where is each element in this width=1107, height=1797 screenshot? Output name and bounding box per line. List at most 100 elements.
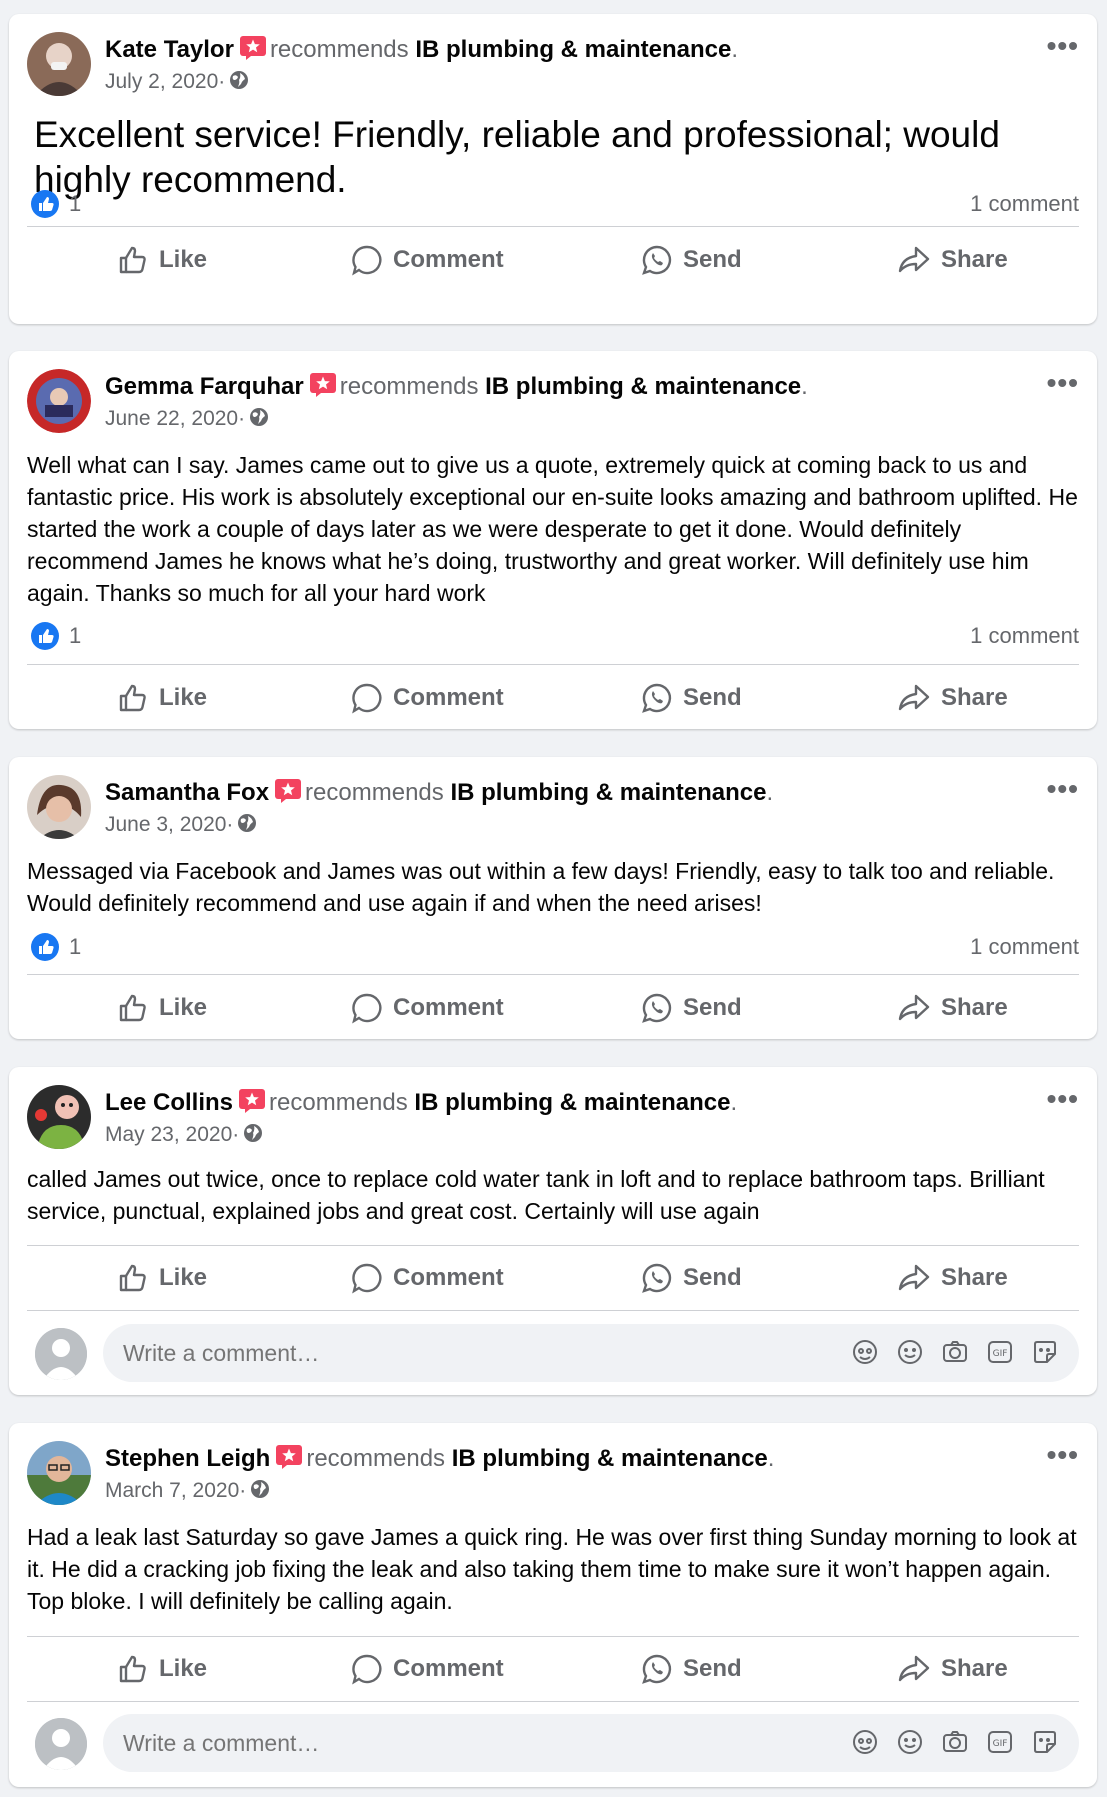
avatar[interactable] — [27, 32, 91, 96]
thumbs-up-icon — [117, 992, 149, 1024]
speech-bubble-icon — [351, 682, 383, 714]
page-name[interactable]: IB plumbing & maintenance — [450, 779, 766, 806]
like-button[interactable]: Like — [117, 978, 207, 1038]
comment-button[interactable]: Comment — [351, 978, 504, 1038]
share-arrow-icon — [897, 682, 931, 714]
avatar[interactable] — [27, 775, 91, 839]
more-options-button[interactable]: ••• — [1047, 1441, 1079, 1469]
send-button[interactable]: Send — [641, 978, 742, 1038]
review-card: Kate Taylor recommends IB plumbing & main… — [9, 14, 1097, 324]
share-arrow-icon — [897, 1653, 931, 1685]
recommends-text: recommends — [269, 36, 409, 63]
more-options-button[interactable]: ••• — [1047, 775, 1079, 803]
emoji-icon[interactable] — [896, 1728, 924, 1756]
comment-count[interactable]: 1 comment — [970, 191, 1079, 217]
more-options-button[interactable]: ••• — [1047, 369, 1079, 397]
period: . — [730, 1089, 738, 1116]
recommends-text: recommends — [306, 1445, 446, 1472]
page-name[interactable]: IB plumbing & maintenance — [415, 36, 731, 63]
like-button[interactable]: Like — [117, 1248, 207, 1308]
like-button[interactable]: Like — [117, 230, 207, 290]
messenger-icon — [641, 244, 673, 276]
avatar-sticker-icon[interactable] — [851, 1728, 879, 1756]
like-reaction-icon[interactable] — [30, 189, 60, 224]
messenger-icon — [641, 1262, 673, 1294]
share-arrow-icon — [897, 992, 931, 1024]
send-button[interactable]: Send — [641, 1248, 742, 1308]
author-name[interactable]: Gemma Farquhar — [105, 373, 304, 400]
like-button[interactable]: Like — [117, 1639, 207, 1699]
post-date[interactable]: March 7, 2020· — [105, 1479, 246, 1502]
post-date[interactable]: June 22, 2020· — [105, 407, 245, 430]
recommend-star-icon — [309, 373, 336, 404]
send-button[interactable]: Send — [641, 1639, 742, 1699]
share-button[interactable]: Share — [897, 1639, 1008, 1699]
more-options-button[interactable]: ••• — [1047, 1085, 1079, 1113]
globe-icon — [249, 407, 269, 433]
share-button[interactable]: Share — [897, 978, 1008, 1038]
gif-icon[interactable]: GIF — [986, 1338, 1014, 1366]
divider — [27, 1310, 1079, 1311]
divider — [27, 974, 1079, 975]
review-text: Well what can I say. James came out to g… — [27, 452, 1078, 606]
review-card: Gemma Farquhar recommends IB plumbing & m… — [9, 351, 1097, 729]
messenger-icon — [641, 682, 673, 714]
review-card: Stephen Leigh recommends IB plumbing & ma… — [9, 1423, 1097, 1787]
avatar-sticker-icon[interactable] — [851, 1338, 879, 1366]
sticker-icon[interactable] — [1031, 1728, 1059, 1756]
camera-icon[interactable] — [941, 1338, 969, 1366]
share-button[interactable]: Share — [897, 668, 1008, 728]
avatar[interactable] — [27, 1441, 91, 1505]
post-date[interactable]: July 2, 2020· — [105, 70, 225, 93]
like-button[interactable]: Like — [117, 668, 207, 728]
page-name[interactable]: IB plumbing & maintenance — [414, 1089, 730, 1116]
review-text: called James out twice, once to replace … — [27, 1166, 1045, 1224]
divider — [27, 1245, 1079, 1246]
reaction-count[interactable]: 1 — [69, 191, 81, 217]
recommends-text: recommends — [269, 1089, 408, 1116]
review-text: Messaged via Facebook and James was out … — [27, 858, 1055, 916]
page-name[interactable]: IB plumbing & maintenance — [452, 1445, 768, 1472]
camera-icon[interactable] — [941, 1728, 969, 1756]
avatar[interactable] — [27, 369, 91, 433]
sticker-icon[interactable] — [1031, 1338, 1059, 1366]
comment-button[interactable]: Comment — [351, 668, 504, 728]
period: . — [801, 373, 808, 400]
emoji-icon[interactable] — [896, 1338, 924, 1366]
thumbs-up-icon — [117, 1653, 149, 1685]
period: . — [766, 779, 774, 806]
comment-count[interactable]: 1 comment — [970, 934, 1079, 960]
like-reaction-icon[interactable] — [30, 621, 60, 656]
post-date[interactable]: May 23, 2020· — [105, 1123, 239, 1146]
comment-button[interactable]: Comment — [351, 1248, 504, 1308]
author-name[interactable]: Lee Collins — [105, 1089, 233, 1116]
share-button[interactable]: Share — [897, 1248, 1008, 1308]
author-name[interactable]: Samantha Fox — [105, 779, 269, 806]
avatar[interactable] — [35, 1718, 87, 1770]
comment-count[interactable]: 1 comment — [970, 623, 1079, 649]
send-button[interactable]: Send — [641, 668, 742, 728]
comment-button[interactable]: Comment — [351, 1639, 504, 1699]
avatar[interactable] — [35, 1328, 87, 1380]
comment-button[interactable]: Comment — [351, 230, 504, 290]
send-button[interactable]: Send — [641, 230, 742, 290]
svg-text:GIF: GIF — [993, 1739, 1008, 1749]
share-arrow-icon — [897, 1262, 931, 1294]
speech-bubble-icon — [351, 1653, 383, 1685]
recommend-star-icon — [275, 779, 302, 810]
gif-icon[interactable]: GIF — [986, 1728, 1014, 1756]
period: . — [731, 36, 739, 63]
author-name[interactable]: Stephen Leigh — [105, 1445, 270, 1472]
avatar[interactable] — [27, 1085, 91, 1149]
page-name[interactable]: IB plumbing & maintenance — [485, 373, 801, 400]
recommends-text: recommends — [305, 779, 444, 806]
review-card: Samantha Fox recommends IB plumbing & mai… — [9, 757, 1097, 1039]
more-options-button[interactable]: ••• — [1047, 32, 1079, 60]
reaction-count[interactable]: 1 — [69, 623, 81, 649]
reaction-count[interactable]: 1 — [69, 934, 81, 960]
like-reaction-icon[interactable] — [30, 932, 60, 967]
author-name[interactable]: Kate Taylor — [105, 36, 234, 63]
post-date[interactable]: June 3, 2020· — [105, 813, 233, 836]
speech-bubble-icon — [351, 992, 383, 1024]
share-button[interactable]: Share — [897, 230, 1008, 290]
